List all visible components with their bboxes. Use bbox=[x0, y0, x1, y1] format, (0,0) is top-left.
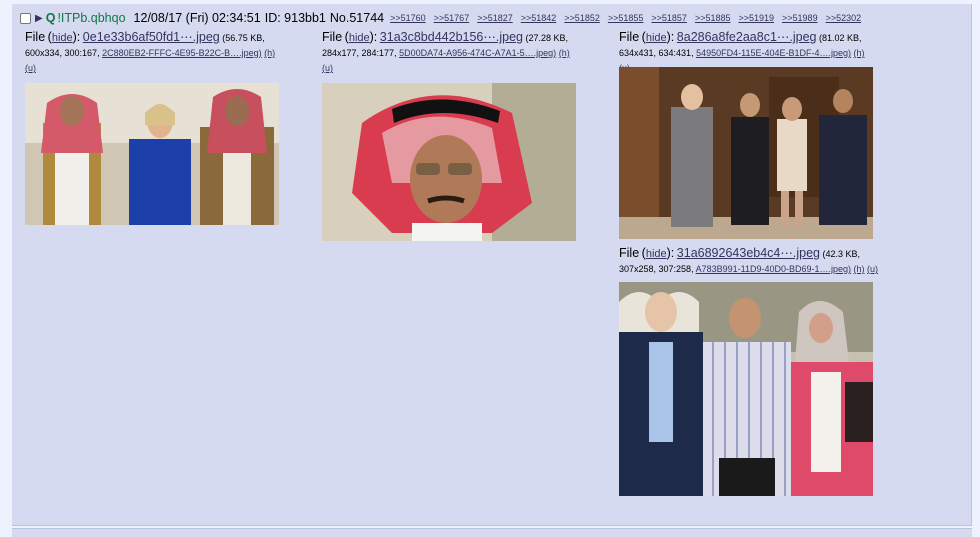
backlinks: >>51760 >>51767 >>51827 >>51842 >>51852 … bbox=[390, 13, 861, 23]
backlink[interactable]: >>51989 bbox=[782, 13, 818, 23]
file-h-link[interactable]: (h) bbox=[854, 48, 865, 58]
file-size: (81.02 KB, bbox=[819, 33, 862, 43]
backlink[interactable]: >>52302 bbox=[826, 13, 862, 23]
file-dimensions: 634x431, 634:431, bbox=[619, 48, 694, 58]
backlink[interactable]: >>51855 bbox=[608, 13, 644, 23]
backlink[interactable]: >>51919 bbox=[738, 13, 774, 23]
file-hide-link[interactable]: hide bbox=[646, 248, 667, 260]
file-label: File bbox=[619, 246, 640, 260]
post-datetime: 12/08/17 (Fri) 02:34:51 bbox=[133, 11, 261, 25]
file-dimensions: 600x334, 300:167, bbox=[25, 48, 100, 58]
backlink[interactable]: >>51852 bbox=[564, 13, 600, 23]
backlink[interactable]: >>51767 bbox=[434, 13, 470, 23]
file-label: File bbox=[619, 30, 640, 44]
backlink[interactable]: >>51885 bbox=[695, 13, 731, 23]
file-name-link[interactable]: 31a3c8bd442b156⋯.jpeg bbox=[380, 30, 523, 44]
file-original-name[interactable]: A783B991-11D9-40D0-BD69-1….jpeg) bbox=[696, 264, 851, 274]
file-dimensions: 307x258, 307:258, bbox=[619, 264, 694, 274]
file-name-link[interactable]: 0e1e33b6af50fd1⋯.jpeg bbox=[83, 30, 220, 44]
file-label: File bbox=[322, 30, 343, 44]
file-hide-link[interactable]: hide bbox=[349, 32, 370, 44]
file-original-name[interactable]: 2C880EB2-FFFC-4E95-B22C-B….jpeg) bbox=[102, 48, 262, 58]
backlink[interactable]: >>51842 bbox=[521, 13, 557, 23]
poster-id[interactable]: ID: 913bb1 bbox=[265, 11, 326, 25]
file-hide-link[interactable]: hide bbox=[646, 32, 667, 44]
file-info-2: File (hide): 31a3c8bd442b156⋯.jpeg (27.2… bbox=[322, 30, 570, 73]
thumbnail-image-3[interactable] bbox=[619, 67, 873, 239]
file-label: File bbox=[25, 30, 46, 44]
file-original-name[interactable]: 5D00DA74-A956-474C-A7A1-5….jpeg) bbox=[399, 48, 556, 58]
file-name-link[interactable]: 8a286a8fe2aa8c1⋯.jpeg bbox=[677, 30, 817, 44]
file-info-4: File (hide): 31a6892643eb4c4⋯.jpeg (42.3… bbox=[619, 246, 879, 274]
file-h-link[interactable]: (h) bbox=[559, 48, 570, 58]
backlink[interactable]: >>51827 bbox=[477, 13, 513, 23]
poster-tripcode: !ITPb.qbhqo bbox=[57, 11, 126, 25]
file-name-link[interactable]: 31a6892643eb4c4⋯.jpeg bbox=[677, 246, 820, 260]
post-number[interactable]: No.51744 bbox=[330, 11, 384, 25]
post-header: ▶ Q !ITPb.qbhqo 12/08/17 (Fri) 02:34:51 … bbox=[20, 10, 861, 26]
thumbnail-image-2[interactable] bbox=[322, 83, 576, 241]
thumbnail-image-4[interactable] bbox=[619, 282, 873, 496]
file-size: (27.28 KB, bbox=[525, 33, 569, 43]
poster-name: Q bbox=[45, 11, 56, 25]
file-u-link[interactable]: (u) bbox=[25, 63, 36, 73]
file-size: (56.75 KB, bbox=[222, 33, 265, 43]
file-h-link[interactable]: (h) bbox=[264, 48, 275, 58]
file-u-link[interactable]: (u) bbox=[867, 264, 878, 274]
post-select-checkbox[interactable] bbox=[20, 12, 31, 24]
file-u-link[interactable]: (u) bbox=[322, 63, 333, 73]
file-size: (42.3 KB, bbox=[822, 249, 861, 259]
backlink[interactable]: >>51857 bbox=[651, 13, 687, 23]
file-info-1: File (hide): 0e1e33b6af50fd1⋯.jpeg (56.7… bbox=[25, 30, 276, 73]
post-menu-triangle-icon[interactable]: ▶ bbox=[35, 13, 43, 24]
file-original-name[interactable]: 54950FD4-115E-404E-B1DF-4….jpeg) bbox=[696, 48, 851, 58]
file-h-link[interactable]: (h) bbox=[854, 264, 865, 274]
backlink[interactable]: >>51760 bbox=[390, 13, 426, 23]
file-dimensions: 284x177, 284:177, bbox=[322, 48, 397, 58]
file-hide-link[interactable]: hide bbox=[52, 32, 73, 44]
thumbnail-image-1[interactable] bbox=[25, 83, 279, 225]
post-container: ▶ Q !ITPb.qbhqo 12/08/17 (Fri) 02:34:51 … bbox=[12, 4, 972, 526]
